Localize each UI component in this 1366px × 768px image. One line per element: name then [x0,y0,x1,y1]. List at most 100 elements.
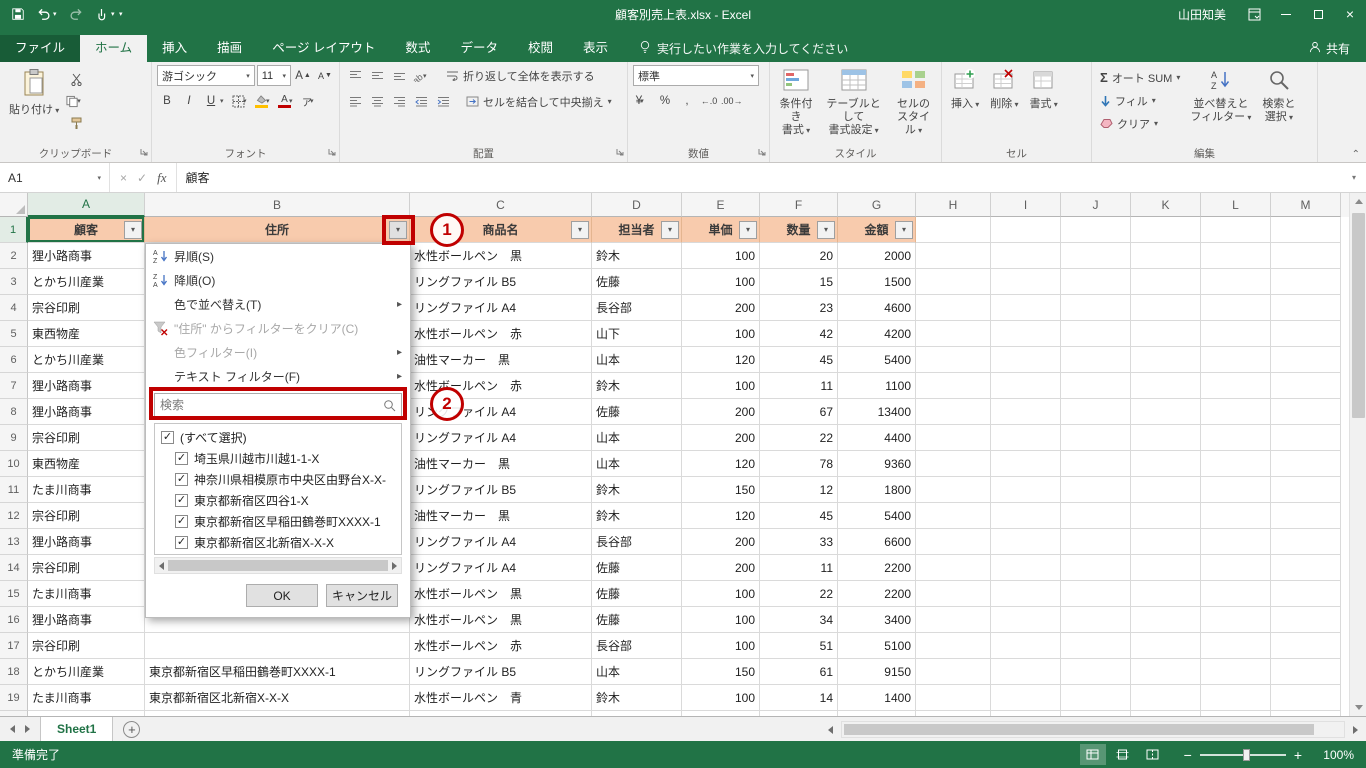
ribbon-display-options-button[interactable] [1238,0,1270,28]
sort-filter-button[interactable]: AZ 並べ替えと フィルター [1186,65,1255,143]
currency-format-button[interactable]: ¥ ▾ [633,91,653,111]
scroll-down-icon[interactable] [1350,699,1366,716]
cell-A5[interactable]: 東西物産 [28,321,145,347]
ribbon-tab-表示[interactable]: 表示 [568,35,623,62]
fill-color-button[interactable]: ▾ [255,91,276,111]
cell-E16[interactable]: 100 [682,607,760,633]
cell-K18[interactable] [1131,659,1201,685]
cell-D6[interactable]: 山本 [592,347,682,373]
cell-E2[interactable]: 100 [682,243,760,269]
align-bottom-button[interactable] [389,66,409,86]
cell-G2[interactable]: 2000 [838,243,916,269]
cell-M15[interactable] [1271,581,1341,607]
cell-A16[interactable]: 狸小路商事 [28,607,145,633]
enter-entry-icon[interactable]: ✓ [137,171,147,185]
cell-M7[interactable] [1271,373,1341,399]
cell-H7[interactable] [916,373,991,399]
cell-J8[interactable] [1061,399,1131,425]
column-header-C[interactable]: C [410,193,592,217]
cell-J7[interactable] [1061,373,1131,399]
cell-C11[interactable]: リングファイル B5 [410,477,592,503]
clear-button[interactable]: クリア [1097,113,1183,134]
ribbon-tab-数式[interactable]: 数式 [390,35,445,62]
cell-D17[interactable]: 長谷部 [592,633,682,659]
cell-E19[interactable]: 100 [682,685,760,711]
format-painter-button[interactable] [66,113,87,133]
find-select-button[interactable]: 検索と 選択 [1258,65,1299,143]
cell-A8[interactable]: 狸小路商事 [28,399,145,425]
delete-cells-button[interactable]: 削除 [986,65,1022,143]
ribbon-tab-ページ レイアウト[interactable]: ページ レイアウト [257,35,390,62]
column-header-K[interactable]: K [1131,193,1201,217]
cell-E10[interactable]: 120 [682,451,760,477]
filter-button-col-D[interactable]: ▾ [661,220,679,239]
tell-me-box[interactable]: 実行したい作業を入力してください [639,35,848,62]
cell-J18[interactable] [1061,659,1131,685]
row-header-3[interactable]: 3 [0,269,28,295]
cell-G14[interactable]: 2200 [838,555,916,581]
cell-F6[interactable]: 45 [760,347,838,373]
cell-H17[interactable] [916,633,991,659]
cell-F18[interactable]: 61 [760,659,838,685]
font-dialog-launcher[interactable] [328,145,336,159]
cell-D15[interactable]: 佐藤 [592,581,682,607]
cell-A13[interactable]: 狸小路商事 [28,529,145,555]
underline-button[interactable]: U [201,91,221,111]
filter-menu-item-5[interactable]: テキスト フィルター(F) ▸ [146,364,410,388]
comma-format-button[interactable]: , [677,91,697,111]
row-header-9[interactable]: 9 [0,425,28,451]
redo-button[interactable] [64,2,88,26]
prev-sheet-icon[interactable] [10,725,15,733]
cell-C9[interactable]: リングファイル A4 [410,425,592,451]
filter-value-item-5[interactable]: 東京都新宿区北新宿X-X-X [155,532,401,553]
scroll-left-icon[interactable] [159,561,164,570]
row-header-2[interactable]: 2 [0,243,28,269]
cell-D16[interactable]: 佐藤 [592,607,682,633]
cell-A6[interactable]: とかち川産業 [28,347,145,373]
cell-F11[interactable]: 12 [760,477,838,503]
cell-C4[interactable]: リングファイル A4 [410,295,592,321]
cell-D3[interactable]: 佐藤 [592,269,682,295]
row-header-1[interactable]: 1 [0,217,28,243]
cell-F5[interactable]: 42 [760,321,838,347]
cell-D14[interactable]: 佐藤 [592,555,682,581]
cell-L7[interactable] [1201,373,1271,399]
cell-K10[interactable] [1131,451,1201,477]
cell-A14[interactable]: 宗谷印刷 [28,555,145,581]
cell-M1[interactable] [1271,217,1341,243]
cell-G15[interactable]: 2200 [838,581,916,607]
cell-M14[interactable] [1271,555,1341,581]
sheet-tab-sheet1[interactable]: Sheet1 [40,716,114,742]
cell-M6[interactable] [1271,347,1341,373]
cell-K9[interactable] [1131,425,1201,451]
cell-J9[interactable] [1061,425,1131,451]
cell-K13[interactable] [1131,529,1201,555]
cell-D9[interactable]: 山本 [592,425,682,451]
number-format-combo[interactable]: 標準 ▾ [633,65,759,86]
cell-F8[interactable]: 67 [760,399,838,425]
cell-F19[interactable]: 14 [760,685,838,711]
cell-A18[interactable]: とかち川産業 [28,659,145,685]
cell-K19[interactable] [1131,685,1201,711]
cell-C15[interactable]: 水性ボールペン 黒 [410,581,592,607]
cell-H9[interactable] [916,425,991,451]
cell-M16[interactable] [1271,607,1341,633]
cell-M2[interactable] [1271,243,1341,269]
cell-K2[interactable] [1131,243,1201,269]
row-header-14[interactable]: 14 [0,555,28,581]
cell-D2[interactable]: 鈴木 [592,243,682,269]
cell-G7[interactable]: 1100 [838,373,916,399]
checkbox-icon[interactable] [175,473,188,486]
cell-G8[interactable]: 13400 [838,399,916,425]
zoom-slider[interactable] [1199,748,1286,761]
cell-B19[interactable]: 東京都新宿区北新宿X-X-X [145,685,410,711]
cell-J13[interactable] [1061,529,1131,555]
cell-E15[interactable]: 100 [682,581,760,607]
cell-L12[interactable] [1201,503,1271,529]
cell-H19[interactable] [916,685,991,711]
scroll-right-icon[interactable] [392,561,397,570]
underline-dropdown-icon[interactable]: ▾ [220,97,230,105]
cell-A10[interactable]: 東西物産 [28,451,145,477]
filter-button-col-F[interactable]: ▾ [817,220,835,239]
filter-value-item-0[interactable]: (すべて選択) [155,427,401,448]
